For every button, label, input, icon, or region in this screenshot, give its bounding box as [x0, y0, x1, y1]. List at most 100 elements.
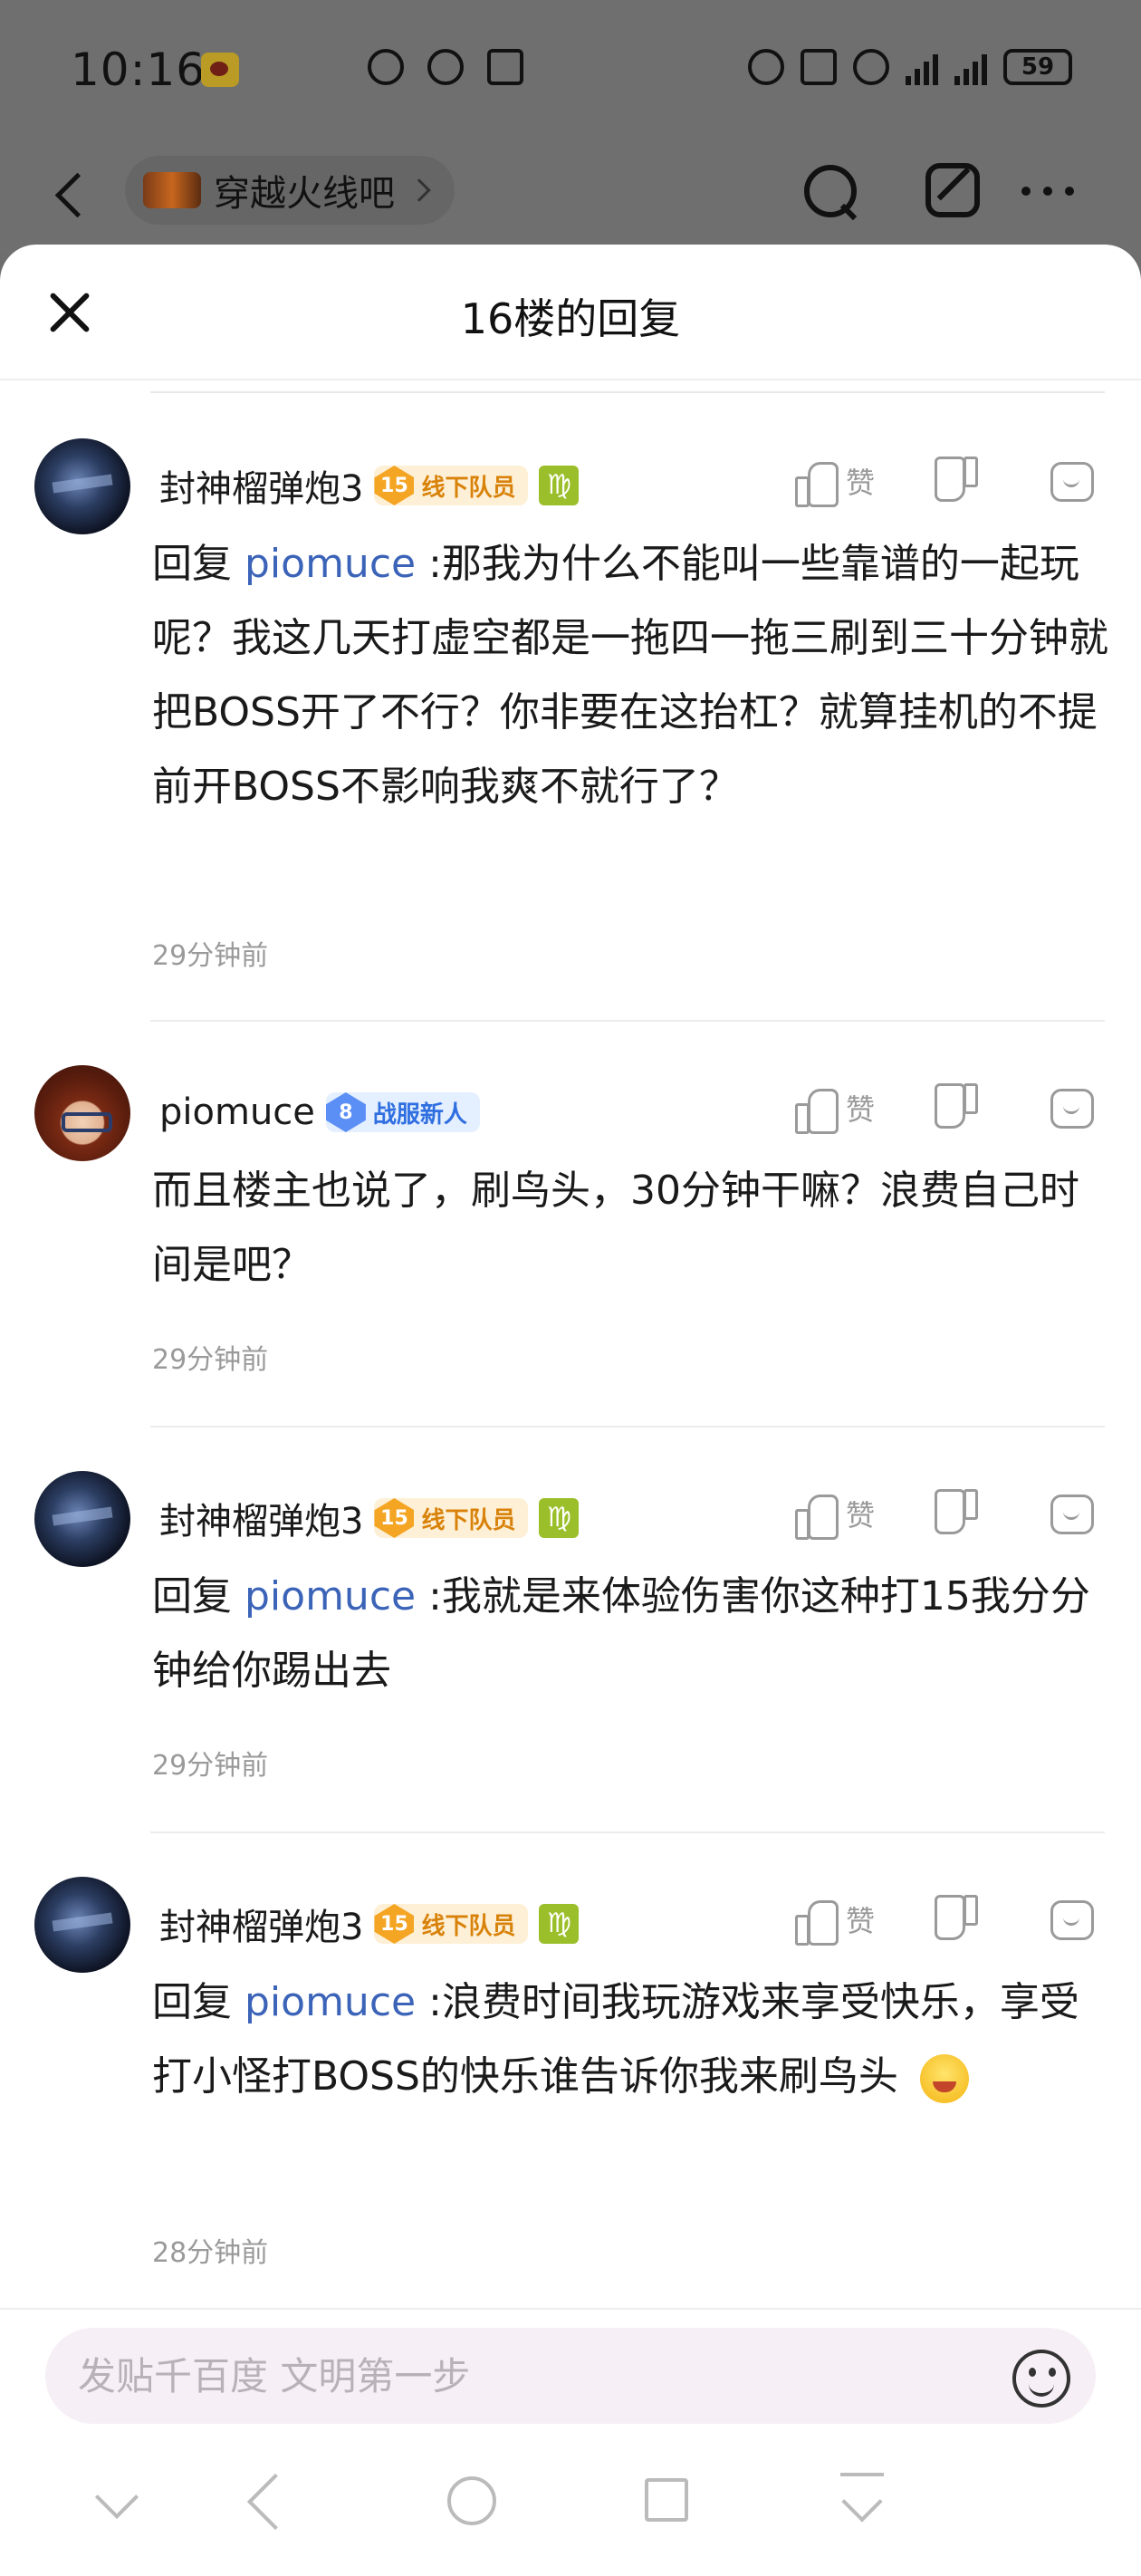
avatar[interactable] — [34, 1065, 130, 1161]
like-button[interactable]: 赞 — [795, 1491, 876, 1540]
reply-icon[interactable] — [1050, 1089, 1094, 1129]
signal-icon-2 — [954, 49, 987, 85]
like-button[interactable]: 赞 — [795, 1085, 876, 1134]
comment-actions: 赞 — [788, 1487, 1114, 1542]
comment-composer — [0, 2308, 1141, 2426]
forum-logo-icon — [143, 172, 201, 208]
reply-icon[interactable] — [1050, 462, 1094, 502]
alarm-icon — [748, 49, 784, 85]
avatar[interactable] — [34, 438, 130, 534]
comment-text: 回复 piomuce :那我为什么不能叫一些靠谱的一起玩呢？我这几天打虚空都是一… — [152, 527, 1112, 824]
forum-pill[interactable]: 穿越火线吧 — [125, 156, 455, 225]
virgo-icon: ♍ — [539, 1498, 580, 1538]
signal-icon — [906, 49, 938, 85]
username[interactable]: 封神榴弹炮3 — [159, 459, 363, 512]
data-saver-icon — [368, 49, 404, 85]
download-icon[interactable] — [840, 2473, 884, 2527]
thumb-up-icon — [795, 1897, 839, 1946]
forum-name: 穿越火线吧 — [214, 173, 395, 215]
reply-prefix: 回复 — [152, 541, 232, 587]
status-icons-left — [368, 49, 523, 85]
nav-recents-icon[interactable] — [645, 2478, 688, 2522]
avatar[interactable] — [34, 1877, 130, 1973]
eye-comfort-icon — [427, 49, 464, 85]
mention-link[interactable]: piomuce — [244, 1979, 416, 2025]
mention-link[interactable]: piomuce — [244, 1573, 416, 1620]
timestamp: 29分钟前 — [152, 1750, 269, 1782]
reply-prefix: 回复 — [152, 1573, 232, 1620]
like-button[interactable]: 赞 — [795, 458, 876, 507]
divider — [150, 1020, 1105, 1022]
user-row: 封神榴弹炮3 15 线下队员 ♍ — [159, 1897, 580, 1951]
comment-actions: 赞 — [788, 1081, 1114, 1136]
divider — [150, 1831, 1105, 1833]
level-number: 15 — [374, 1904, 415, 1944]
chevron-down-icon[interactable] — [94, 2475, 139, 2520]
thumb-up-icon — [795, 1085, 839, 1134]
back-icon[interactable] — [45, 167, 100, 221]
reply-sheet: 16楼的回复 封神榴弹炮3 15 线下队员 ♍ 赞 回复 piomuce :那我… — [0, 245, 1141, 2576]
like-label: 赞 — [846, 1092, 876, 1127]
thumb-down-icon[interactable] — [936, 1898, 978, 1944]
battery-icon: 59 — [1003, 49, 1072, 85]
divider — [150, 391, 1105, 393]
level-title: 战服新人 — [372, 1101, 467, 1129]
user-row: 封神榴弹炮3 15 线下队员 ♍ — [159, 1491, 580, 1545]
virgo-icon: ♍ — [539, 466, 580, 505]
comment-text: 回复 piomuce :浪费时间我玩游戏来享受快乐，享受打小怪打BOSS的快乐谁… — [152, 1966, 1112, 2114]
timestamp: 28分钟前 — [152, 2237, 269, 2269]
nfc-icon — [487, 49, 523, 85]
avatar[interactable] — [34, 1471, 130, 1567]
comment-input[interactable] — [45, 2328, 1096, 2424]
divider — [150, 1426, 1105, 1427]
level-title: 线下队员 — [421, 1506, 516, 1534]
status-icons-right: 59 — [748, 49, 1072, 85]
chevron-right-icon — [408, 178, 431, 202]
search-icon[interactable] — [801, 161, 858, 219]
level-number: 8 — [325, 1092, 366, 1132]
reply-icon[interactable] — [1050, 1495, 1094, 1534]
emoji-picker-icon[interactable] — [1012, 2350, 1070, 2408]
comment-actions: 赞 — [788, 1893, 1114, 1947]
comment-text: 回复 piomuce :我就是来体验伤害你这种打15我分分钟给你踢出去 — [152, 1560, 1112, 1708]
thumb-down-icon[interactable] — [936, 1087, 978, 1132]
nav-home-icon[interactable] — [447, 2476, 496, 2525]
weibo-notification-icon — [201, 53, 239, 87]
timestamp: 29分钟前 — [152, 940, 269, 972]
system-nav-bar — [0, 2446, 1141, 2576]
comment-body: 而且楼主也说了，刷鸟头，30分钟干嘛？浪费自己时间是吧？ — [152, 1168, 1079, 1288]
like-label: 赞 — [846, 1904, 876, 1938]
grinning-squint-emoji-icon — [919, 2054, 969, 2103]
level-badge: 15 线下队员 — [374, 1904, 529, 1944]
level-number: 15 — [374, 1498, 415, 1538]
like-button[interactable]: 赞 — [795, 1897, 876, 1946]
username[interactable]: 封神榴弹炮3 — [159, 1492, 363, 1544]
more-icon[interactable] — [1021, 187, 1074, 196]
mute-icon — [853, 49, 889, 85]
timestamp: 29分钟前 — [152, 1344, 269, 1376]
like-label: 赞 — [846, 466, 876, 500]
reply-icon[interactable] — [1050, 1900, 1094, 1940]
reply-prefix: 回复 — [152, 1979, 232, 2025]
top-bar: 穿越火线吧 — [0, 136, 1141, 254]
level-badge: 8 战服新人 — [325, 1092, 480, 1132]
status-bar: 10:16 59 — [0, 0, 1141, 136]
header-divider — [0, 379, 1141, 380]
level-title: 线下队员 — [421, 474, 516, 502]
edit-icon[interactable] — [925, 163, 980, 217]
bluetooth-icon — [801, 49, 837, 85]
username[interactable]: 封神榴弹炮3 — [159, 1898, 363, 1950]
mention-link[interactable]: piomuce — [244, 541, 416, 587]
virgo-icon: ♍ — [539, 1904, 580, 1944]
thumb-up-icon — [795, 458, 839, 507]
sheet-title: 16楼的回复 — [460, 294, 681, 343]
thumb-down-icon[interactable] — [936, 1493, 978, 1538]
username[interactable]: piomuce — [159, 1091, 315, 1133]
level-badge: 15 线下队员 — [374, 1498, 529, 1538]
like-label: 赞 — [846, 1498, 876, 1533]
thumb-down-icon[interactable] — [936, 460, 978, 505]
sheet-header: 16楼的回复 — [0, 245, 1141, 380]
user-row: piomuce 8 战服新人 — [159, 1085, 480, 1139]
status-time: 10:16 — [71, 43, 206, 96]
user-row: 封神榴弹炮3 15 线下队员 ♍ — [159, 458, 580, 513]
